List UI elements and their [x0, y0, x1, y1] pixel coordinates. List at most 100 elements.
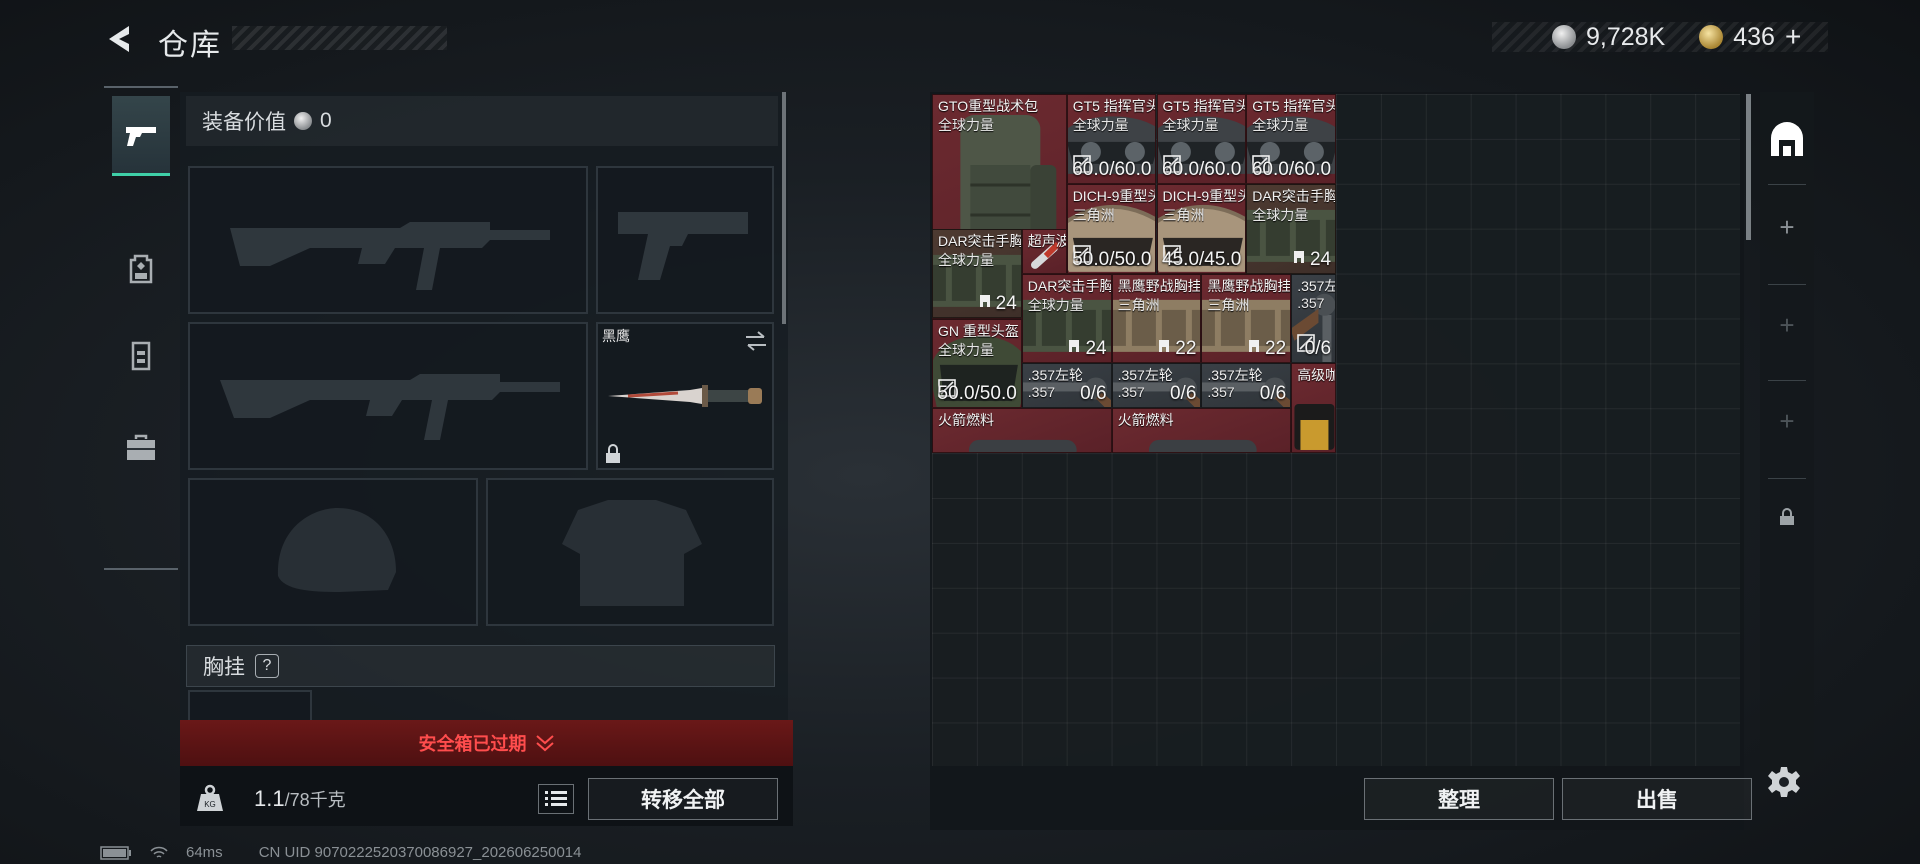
item-subtitle: 全球力量: [1072, 117, 1129, 133]
transfer-all-button[interactable]: 转移全部: [588, 778, 778, 820]
warehouse-tab-locked[interactable]: [1760, 492, 1814, 542]
help-button[interactable]: ?: [255, 654, 279, 678]
warehouse-item[interactable]: 黑鹰野战胸挂 三角洲 22: [1201, 273, 1292, 364]
item-value: 22: [1246, 338, 1286, 360]
home-icon: [1771, 122, 1803, 156]
warehouse-item[interactable]: DICH-9重型头盔三角洲 45.0/45.0: [1156, 183, 1247, 274]
title-decoration: [232, 26, 447, 50]
item-value: 22: [1156, 338, 1196, 360]
warehouse-item[interactable]: GT5 指挥官头盔全球力量 60.0/60.0: [1246, 94, 1337, 184]
item-subtitle: .357: [1027, 384, 1056, 401]
warehouse-item[interactable]: DAR突击手胸挂全球力量 24: [1021, 273, 1112, 364]
melee-slot[interactable]: 黑鹰: [596, 322, 774, 470]
rail-tab-backpack[interactable]: [112, 228, 170, 308]
silver-amount: 9,728K: [1586, 22, 1666, 51]
helmet-slot[interactable]: [188, 478, 478, 626]
item-name: DAR突击手胸挂: [938, 232, 1021, 249]
secondary-weapon-slot[interactable]: [188, 322, 588, 470]
item-name: GT5 指挥官头盔: [1252, 98, 1335, 114]
back-arrow-icon: [109, 26, 129, 52]
item-value-text: 24: [995, 293, 1017, 315]
silver-coin-icon: [294, 112, 312, 130]
battery-icon: [100, 845, 131, 860]
item-subtitle: 三角洲: [1207, 296, 1250, 313]
warehouse-item[interactable]: DAR突击手胸挂全球力量 24: [1246, 183, 1337, 274]
warehouse-item[interactable]: 黑鹰野战胸挂 三角洲 22: [1111, 273, 1202, 364]
warehouse-item[interactable]: GN 重型头盔 全球力量 50.0/50.0: [932, 318, 1022, 409]
item-value-text: 60.0/60.0: [1251, 158, 1332, 180]
item-name: .357左轮: [1027, 367, 1084, 384]
item-value: 0/6: [1260, 383, 1286, 405]
item-value-text: 24: [1085, 338, 1107, 360]
primary-weapon-slot[interactable]: [188, 166, 588, 314]
item-name: DICH-9重型头盔: [1162, 187, 1246, 204]
item-value: 24: [1291, 249, 1331, 271]
warehouse-item[interactable]: .357左轮.357 0/6: [1291, 273, 1337, 364]
sidearm-slot[interactable]: [596, 166, 774, 314]
lock-icon: [606, 444, 620, 463]
helmet-silhouette-icon: [277, 508, 396, 592]
item-name: 火箭燃料: [938, 412, 994, 429]
add-gold-button[interactable]: +: [1785, 21, 1801, 53]
rail-tab-toolbox[interactable]: [112, 408, 170, 488]
list-view-button[interactable]: [538, 784, 574, 814]
warehouse-tab-add-3[interactable]: +: [1760, 396, 1814, 446]
equipment-scrollbar[interactable]: [782, 92, 786, 324]
warehouse-tab-main[interactable]: [1760, 104, 1814, 174]
item-value-text: 0/6: [1304, 338, 1332, 360]
warehouse-tabs: + + +: [1760, 92, 1814, 772]
warehouse-tab-add-2[interactable]: +: [1760, 300, 1814, 350]
settings-button[interactable]: [1764, 762, 1804, 802]
item-value: 24: [1066, 338, 1107, 360]
item-value: 50.0/50.0: [938, 383, 1017, 405]
item-subtitle: 三角洲: [1072, 206, 1115, 223]
warehouse-item[interactable]: 超声波切...: [1021, 228, 1067, 274]
warehouse-item[interactable]: 火箭燃料: [932, 408, 1112, 454]
warehouse-grid: GTO重型战术包全球力量45 GT5 指挥官头盔全球力量60.0/60.0 GT…: [932, 94, 1740, 766]
item-subtitle: .357: [1207, 384, 1235, 401]
gear-icon: [1768, 767, 1800, 797]
warehouse-item[interactable]: DICH-9重型头盔三角洲 50.0/50.0: [1066, 183, 1157, 274]
item-name: DAR突击手胸挂: [1027, 277, 1111, 294]
warehouse-item[interactable]: GT5 指挥官头盔全球力量 60.0/60.0: [1156, 94, 1247, 184]
item-name: GT5 指挥官头盔: [1162, 98, 1246, 114]
item-value: 60.0/60.0: [1072, 159, 1151, 181]
item-value-text: 0/6: [1169, 383, 1197, 405]
warehouse-item[interactable]: 高级咖啡豆: [1291, 363, 1337, 454]
warehouse-item[interactable]: DAR突击手胸挂全球力量 24: [932, 228, 1022, 319]
item-value: 0/6: [1305, 338, 1331, 360]
toolbox-icon: [127, 434, 155, 460]
equipment-value-row: 装备价值 0: [186, 96, 778, 146]
item-value-text: 60.0/60.0: [1072, 158, 1152, 180]
rail-tab-vest[interactable]: [112, 316, 170, 396]
safebox-expired-banner[interactable]: 安全箱已过期: [180, 720, 793, 766]
rail-tab-weapons[interactable]: [112, 96, 170, 176]
item-name: 火箭燃料: [1117, 412, 1174, 429]
item-name: 黑鹰野战胸挂: [1207, 277, 1292, 294]
chest-rig-header: 胸挂 ?: [186, 645, 775, 687]
chest-rig-slot[interactable]: [188, 690, 312, 720]
capacity-icon: [1069, 340, 1080, 353]
armor-slot[interactable]: [486, 478, 774, 626]
warehouse-tab-add-1[interactable]: +: [1760, 202, 1814, 252]
lock-icon: [1780, 508, 1794, 525]
item-value-text: 22: [1175, 338, 1197, 360]
weight-icon: KG: [194, 782, 226, 814]
gold-coin-icon: [1699, 25, 1724, 49]
back-button[interactable]: [100, 18, 140, 60]
warehouse-scrollbar[interactable]: [1746, 94, 1751, 240]
warehouse-item[interactable]: .357左轮.357 0/6: [1021, 363, 1112, 409]
warehouse-item[interactable]: .357左轮.357 0/6: [1111, 363, 1202, 409]
warehouse-item[interactable]: .357左轮.357 0/6: [1201, 363, 1292, 409]
warehouse-item[interactable]: GT5 指挥官头盔全球力量 60.0/60.0: [1066, 94, 1157, 184]
item-subtitle: 三角洲: [1162, 206, 1205, 223]
tidy-button[interactable]: 整理: [1364, 778, 1554, 820]
currency-bar: 9,728K 436 +: [1492, 21, 1828, 53]
item-value-text: 50.0/50.0: [1072, 248, 1152, 270]
wifi-icon: [150, 846, 168, 858]
chevron-down-icon: [535, 735, 554, 752]
warehouse-item[interactable]: 火箭燃料: [1111, 408, 1292, 454]
item-value-text: 0/6: [1080, 383, 1107, 405]
sell-button[interactable]: 出售: [1562, 778, 1752, 820]
capacity-icon: [1249, 340, 1260, 353]
